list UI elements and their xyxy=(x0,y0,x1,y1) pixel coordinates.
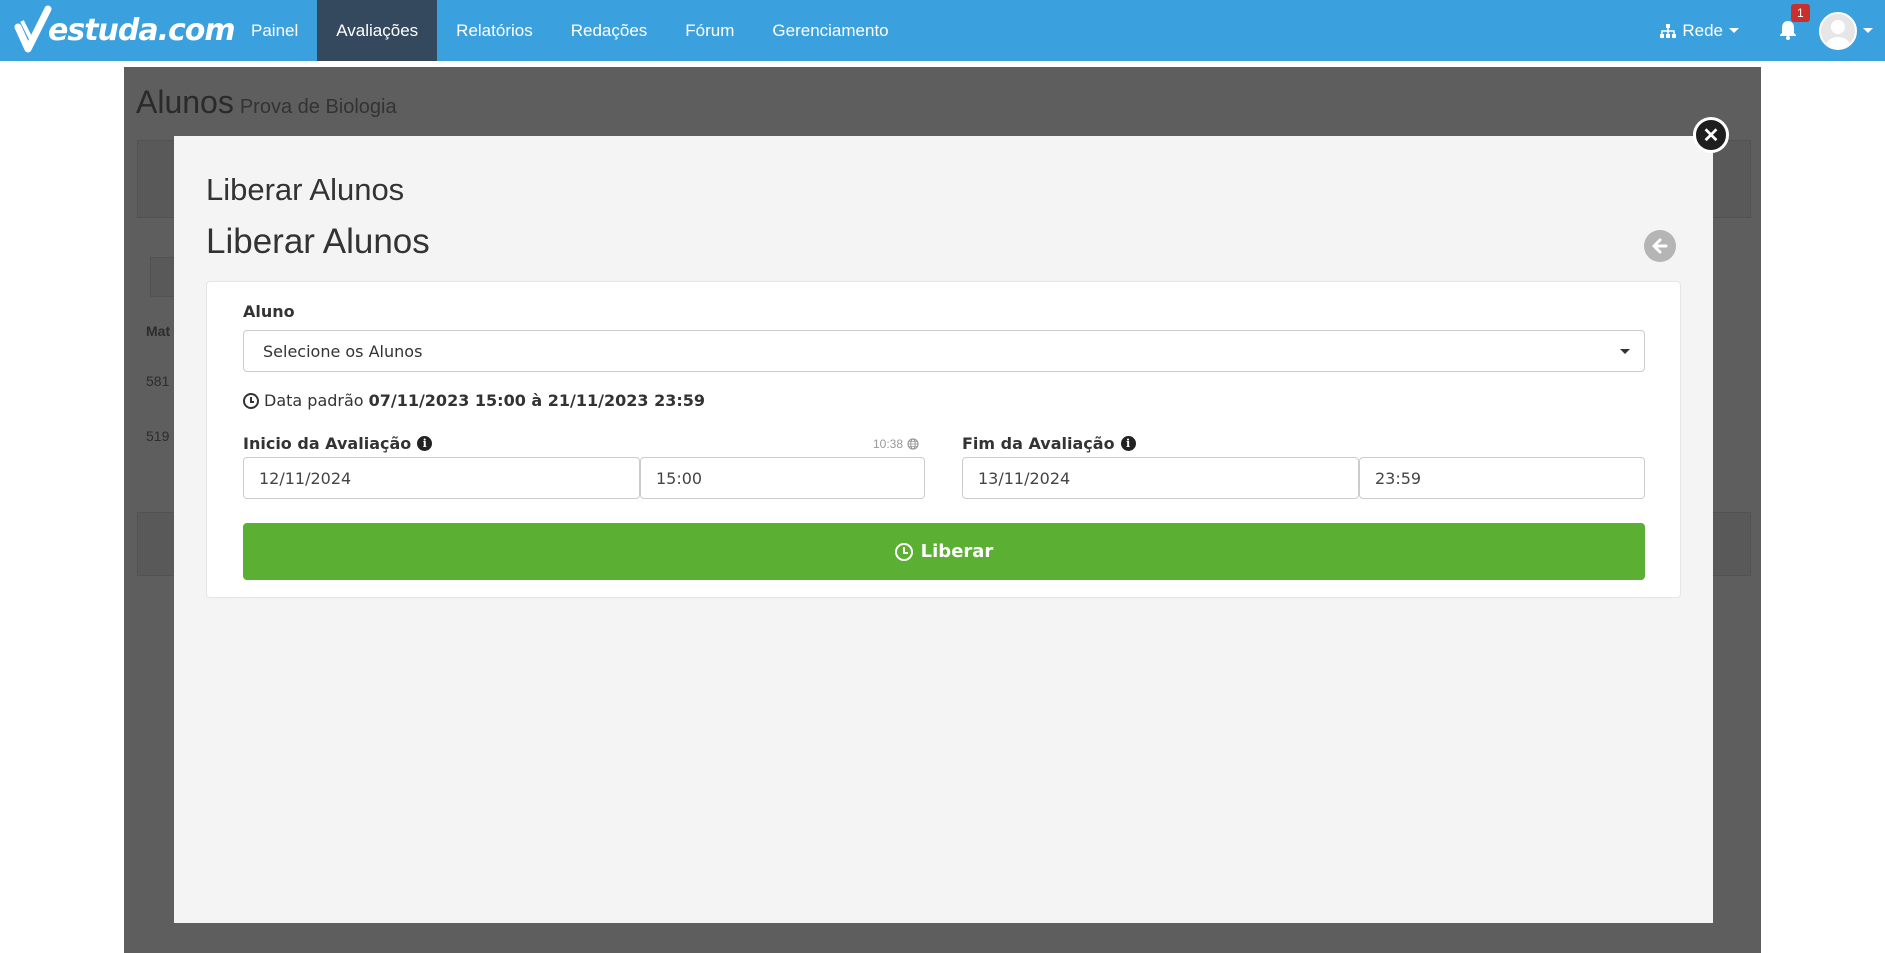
info-icon[interactable]: i xyxy=(1120,436,1136,451)
nav-painel[interactable]: Painel xyxy=(232,0,317,61)
inicio-date-input[interactable]: 12/11/2024 xyxy=(243,457,640,499)
server-time: 10:38 xyxy=(873,437,919,451)
bg-row-1: 581 xyxy=(146,373,170,389)
liberar-button[interactable]: Liberar xyxy=(243,523,1645,580)
sitemap-icon xyxy=(1660,23,1677,38)
inicio-date-value: 12/11/2024 xyxy=(259,468,352,488)
inicio-label-text: Inicio da Avaliação xyxy=(243,434,412,453)
arrow-left-icon xyxy=(1652,238,1668,254)
liberar-alunos-modal: Liberar Alunos Liberar Alunos Aluno Sele… xyxy=(174,136,1713,923)
default-date-value: 07/11/2023 15:00 à 21/11/2023 23:59 xyxy=(368,391,706,410)
user-silhouette-icon xyxy=(1821,13,1855,48)
nav-gerenciamento[interactable]: Gerenciamento xyxy=(753,0,907,61)
main-nav: Painel Avaliações Relatórios Redações Fó… xyxy=(232,0,908,61)
aluno-label: Aluno xyxy=(243,302,295,321)
fim-date-input[interactable]: 13/11/2024 xyxy=(962,457,1359,499)
clock-icon xyxy=(243,392,259,409)
page-title-text: Alunos xyxy=(136,84,234,120)
default-date-prefix: Data padrão xyxy=(264,391,364,410)
modal-heading: Liberar Alunos xyxy=(206,222,430,261)
notification-badge: 1 xyxy=(1791,3,1810,22)
liberar-form-card: Aluno Selecione os Alunos Data padrão 07… xyxy=(206,281,1681,598)
estuda-logo[interactable]: estuda.com xyxy=(14,5,236,55)
rede-dropdown[interactable]: Rede xyxy=(1660,21,1739,41)
server-time-text: 10:38 xyxy=(873,437,904,451)
fim-time-value: 23:59 xyxy=(1375,468,1422,488)
default-date-info: Data padrão 07/11/2023 15:00 à 21/11/202… xyxy=(243,391,705,410)
inicio-time-input[interactable]: 15:00 xyxy=(640,457,925,499)
globe-icon xyxy=(907,438,919,450)
fim-label-text: Fim da Avaliação xyxy=(962,434,1115,453)
bell-icon xyxy=(1780,20,1796,40)
rede-label: Rede xyxy=(1682,20,1723,40)
fim-label: Fim da Avaliação i xyxy=(962,434,1136,453)
chevron-down-icon xyxy=(1863,28,1873,33)
bg-row-2: 519 xyxy=(146,428,170,444)
inicio-label: Inicio da Avaliação i xyxy=(243,434,433,453)
close-icon: ✕ xyxy=(1702,124,1720,147)
liberar-button-label: Liberar xyxy=(920,541,994,562)
nav-redacoes[interactable]: Redações xyxy=(552,0,667,61)
logo-text: estuda.com xyxy=(48,12,236,48)
close-modal-button[interactable]: ✕ xyxy=(1693,117,1729,153)
aluno-select[interactable]: Selecione os Alunos xyxy=(243,330,1645,372)
top-navbar: estuda.com Painel Avaliações Relatórios … xyxy=(0,0,1885,61)
nav-avaliacoes[interactable]: Avaliações xyxy=(317,0,438,61)
chevron-down-icon xyxy=(1620,349,1630,354)
nav-right: Rede 1 xyxy=(1660,0,1885,61)
back-button[interactable] xyxy=(1644,230,1676,262)
info-icon[interactable]: i xyxy=(417,436,433,451)
aluno-select-value: Selecione os Alunos xyxy=(263,341,423,361)
page-subtitle: Prova de Biologia xyxy=(239,96,397,118)
fim-time-input[interactable]: 23:59 xyxy=(1359,457,1645,499)
nav-relatorios[interactable]: Relatórios xyxy=(437,0,552,61)
user-menu[interactable] xyxy=(1819,11,1873,50)
bg-column-header: Mat xyxy=(146,323,171,339)
chevron-down-icon xyxy=(1729,28,1739,33)
page-title: Alunos Prova de Biologia xyxy=(136,84,397,121)
modal-title: Liberar Alunos xyxy=(206,172,405,207)
notifications-button[interactable]: 1 xyxy=(1779,3,1810,42)
inicio-time-value: 15:00 xyxy=(656,468,703,488)
aluno-label-text: Aluno xyxy=(243,302,295,321)
clock-icon xyxy=(894,542,913,561)
fim-date-value: 13/11/2024 xyxy=(978,468,1071,488)
avatar xyxy=(1819,11,1857,50)
nav-forum[interactable]: Fórum xyxy=(666,0,753,61)
